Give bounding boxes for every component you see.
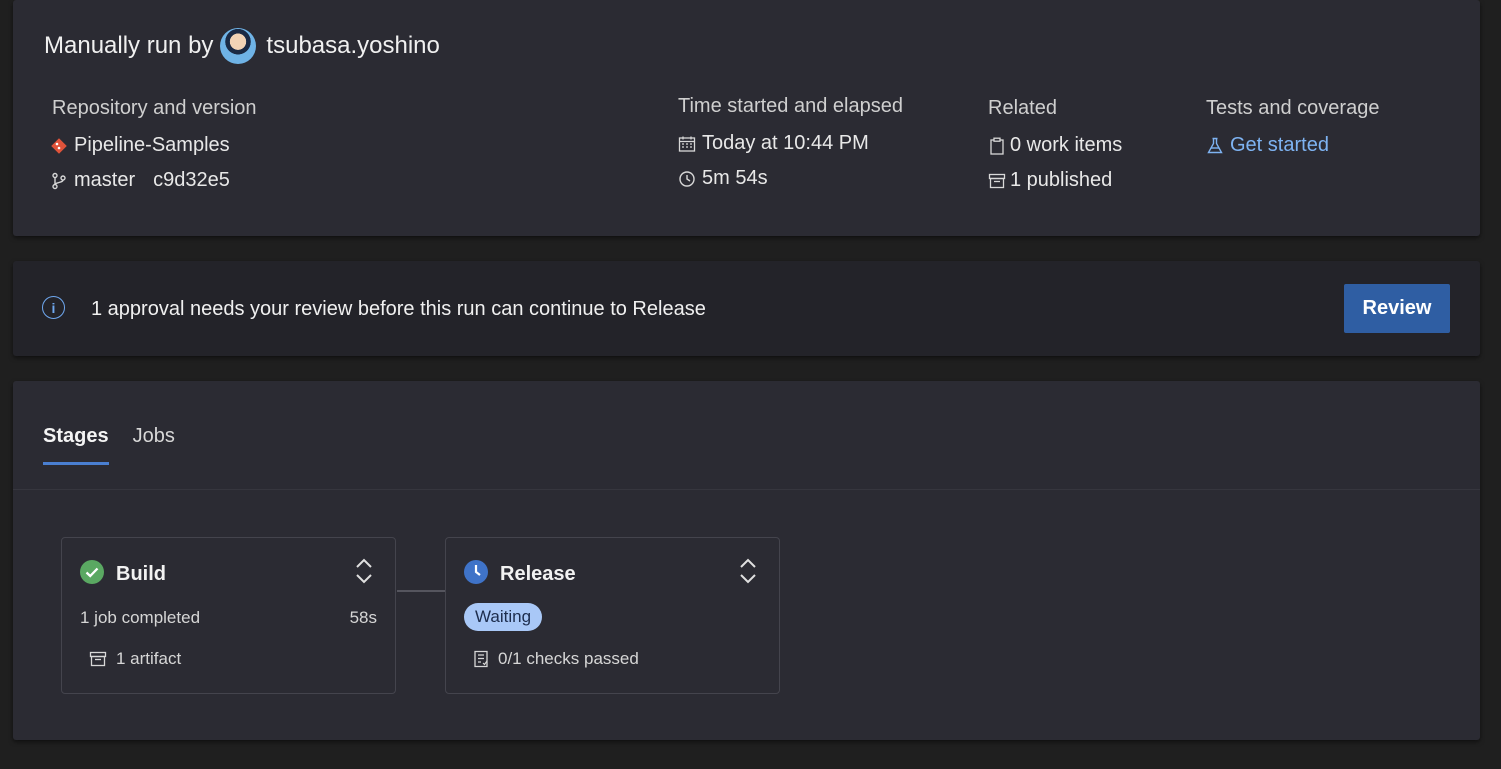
commit-id[interactable]: c9d32e5	[153, 169, 230, 192]
run-title-prefix: Manually run by	[44, 32, 214, 59]
checks-status[interactable]: 0/1 checks passed	[498, 649, 639, 669]
info-icon: i	[42, 296, 65, 319]
related-heading: Related	[988, 97, 1057, 119]
tabs-divider	[13, 489, 1480, 490]
published-count[interactable]: 1 published	[1010, 169, 1112, 192]
stage-name-release[interactable]: Release	[500, 563, 576, 586]
stage-card-release[interactable]: Release Waiting 0/1 checks passed	[445, 537, 780, 694]
approval-banner: i 1 approval needs your review before th…	[13, 261, 1480, 356]
view-tabs: Stages Jobs	[43, 425, 199, 465]
build-job-summary: 1 job completed	[80, 608, 201, 627]
stages-panel: Stages Jobs Build 1 job completed 58s 1 …	[13, 381, 1480, 740]
start-time: Today at 10:44 PM	[702, 132, 869, 154]
branch-row: master c9d32e5	[50, 169, 257, 192]
start-time-row: Today at 10:44 PM	[678, 132, 903, 155]
success-check-icon	[80, 560, 104, 589]
git-repo-icon	[50, 137, 68, 155]
approval-message: 1 approval needs your review before this…	[91, 298, 706, 320]
tests-section: Tests and coverage Get started	[1206, 97, 1379, 157]
stage-header-release: Release	[464, 560, 576, 589]
release-checks-link[interactable]: 0/1 checks passed	[473, 649, 639, 669]
repository-heading: Repository and version	[52, 97, 257, 119]
build-artifacts-link[interactable]: 1 artifact	[89, 649, 181, 669]
stage-name-build[interactable]: Build	[116, 563, 166, 586]
run-user-name[interactable]: tsubasa.yoshino	[266, 32, 439, 60]
tests-get-started-link[interactable]: Get started	[1206, 134, 1379, 157]
repository-link[interactable]: Pipeline-Samples	[50, 134, 257, 157]
flask-icon	[1206, 137, 1224, 155]
status-badge: Waiting	[464, 603, 543, 631]
tests-link-label[interactable]: Get started	[1230, 134, 1329, 157]
build-duration: 58s	[349, 608, 377, 627]
tab-jobs[interactable]: Jobs	[133, 425, 175, 465]
review-button[interactable]: Review	[1344, 284, 1450, 333]
branch-name[interactable]: master	[74, 169, 135, 192]
clipboard-icon	[988, 137, 1006, 155]
user-avatar[interactable]	[220, 28, 257, 64]
run-summary-panel: Manually run by tsubasa.yoshino Reposito…	[13, 0, 1480, 236]
stage-card-build[interactable]: Build 1 job completed 58s 1 artifact	[61, 537, 396, 694]
elapsed-time: 5m 54s	[702, 167, 768, 189]
repository-name[interactable]: Pipeline-Samples	[74, 134, 230, 157]
stage-connector	[397, 590, 445, 592]
repository-section: Repository and version Pipeline-Samples …	[50, 97, 257, 192]
checklist-icon	[473, 650, 489, 668]
branch-icon	[50, 172, 68, 190]
clock-icon	[678, 170, 696, 188]
tab-stages[interactable]: Stages	[43, 425, 109, 465]
tests-heading: Tests and coverage	[1206, 97, 1380, 119]
related-section: Related 0 work items 1 published	[988, 97, 1122, 192]
artifact-icon	[89, 650, 107, 668]
waiting-clock-icon	[464, 560, 488, 589]
work-items-link[interactable]: 0 work items	[988, 134, 1122, 157]
work-items-count[interactable]: 0 work items	[1010, 134, 1122, 157]
time-heading: Time started and elapsed	[678, 95, 903, 117]
elapsed-row: 5m 54s	[678, 167, 903, 190]
release-status-badge-wrap: Waiting	[464, 603, 543, 631]
calendar-icon	[678, 135, 696, 153]
expand-collapse-icon[interactable]	[739, 558, 757, 584]
expand-collapse-icon[interactable]	[355, 558, 373, 584]
stage-header-build: Build	[80, 560, 166, 589]
artifact-icon	[988, 172, 1006, 190]
run-title: Manually run by tsubasa.yoshino	[44, 28, 440, 64]
published-link[interactable]: 1 published	[988, 169, 1122, 192]
time-section: Time started and elapsed Today at 10:44 …	[678, 95, 903, 190]
artifact-count[interactable]: 1 artifact	[116, 649, 181, 669]
